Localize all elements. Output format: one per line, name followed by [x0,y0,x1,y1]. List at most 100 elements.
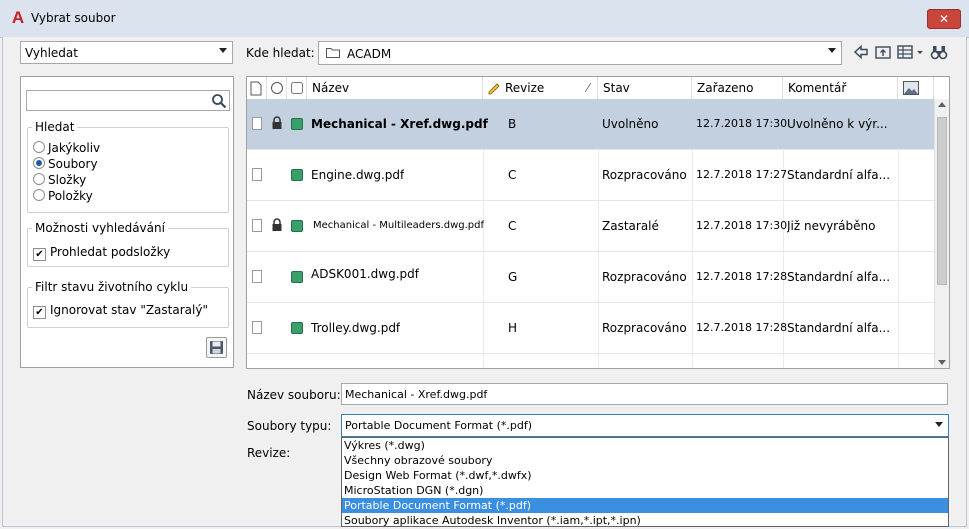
scroll-down-icon[interactable] [938,360,946,365]
file-state: Rozpracováno [602,321,687,335]
up-folder-icon[interactable] [874,43,892,61]
header-checked-in[interactable]: Zařazeno [692,77,783,99]
search-options-title: Možnosti vyhledávání [32,221,168,235]
document-icon [252,219,262,232]
file-row[interactable]: Engine.dwg.pdf C Rozpracováno 12.7.2018 … [247,150,934,201]
file-row[interactable]: Mechanical - Multileaders.dwg.pdf C Zast… [247,201,934,252]
list-header: Název Revize ⁄ Stav Zařazeno Komentář [247,77,949,100]
file-type-dropdown: Výkres (*.dwg) Všechny obrazové soubory … [341,437,949,527]
lookfor-group-title: Hledat [32,120,78,134]
document-icon [250,81,262,96]
file-name: Engine.dwg.pdf [311,168,405,182]
header-comment[interactable]: Komentář [783,77,898,99]
file-revision: B [508,117,517,131]
document-icon [252,270,262,283]
file-list: Název Revize ⁄ Stav Zařazeno Komentář Me… [246,76,950,369]
revision-label: Revize: [247,446,291,460]
sort-indicator-icon: ⁄ [586,81,589,95]
window-title: Vybrat soubor [31,11,116,25]
lifecycle-state-icon [291,271,303,283]
search-icon[interactable] [211,93,227,109]
file-date: 12.7.2018 17:28 [696,270,788,283]
lifecycle-state-icon [291,118,303,130]
file-comment: Standardní alfa... [787,321,891,335]
search-mode-select[interactable]: Vyhledat [20,41,233,64]
header-name[interactable]: Název [307,77,483,99]
chevron-down-icon [219,48,227,53]
look-in-path: ACADM [347,47,392,61]
header-checkout-status[interactable] [267,77,287,99]
file-type-option[interactable]: Všechny obrazové soubory [342,453,948,468]
radio-selected-icon [33,157,45,169]
chevron-down-icon [828,48,836,53]
file-comment: Již nevyráběno [787,219,876,233]
file-type-option[interactable]: MicroStation DGN (*.dgn) [342,483,948,498]
checkmark-icon: ✔ [33,248,46,261]
file-comment: Standardní alfa... [787,270,891,284]
ignore-obsolete-checkbox[interactable]: ✔ Ignorovat stav "Zastaralý" [33,303,208,319]
file-type-option-selected[interactable]: Portable Document Format (*.pdf) [342,498,948,513]
vertical-scrollbar[interactable] [934,99,949,368]
look-in-label: Kde hledat: [246,46,315,60]
file-date: 12.7.2018 17:30 [696,117,788,130]
search-panel: Hledat Jakýkoliv Soubory Složky Položky … [20,76,234,368]
file-date: 12.7.2018 17:28 [696,321,788,334]
header-thumbnail[interactable] [898,77,934,99]
radio-icon [33,141,45,153]
header-revision[interactable]: Revize ⁄ [483,77,598,99]
search-subfolders-checkbox[interactable]: ✔ Prohledat podsložky [33,245,170,261]
document-icon [252,117,262,130]
autodesk-app-icon: A [11,8,25,27]
lookfor-option-any[interactable]: Jakýkoliv [33,141,100,155]
file-revision: C [508,219,517,233]
look-in-select[interactable]: ACADM [318,41,842,65]
header-document-type[interactable] [247,77,267,99]
folder-icon [326,48,340,58]
file-name-input[interactable]: Mechanical - Xref.dwg.pdf [341,383,948,405]
document-icon [252,321,262,334]
lookfor-option-files[interactable]: Soubory [33,157,98,171]
file-state: Uvolněno [602,117,659,131]
file-row[interactable]: Trolley.dwg.pdf H Rozpracováno 12.7.2018… [247,303,934,354]
close-button[interactable]: ✕ [927,9,961,29]
file-row[interactable]: ADSK001.dwg.pdf G Rozpracováno 12.7.2018… [247,252,934,303]
lock-icon [272,116,282,129]
file-name: Mechanical - Xref.dwg.pdf [311,117,488,131]
file-row[interactable]: Mechanical - Xref.dwg.pdf B Uvolněno 12.… [247,99,934,150]
lifecycle-filter-title: Filtr stavu životního cyklu [32,280,192,294]
file-name: Trolley.dwg.pdf [311,321,401,335]
chevron-down-icon [935,422,943,427]
binoculars-icon[interactable] [930,43,948,61]
file-type-option[interactable]: Design Web Format (*.dwf,*.dwfx) [342,468,948,483]
file-name: Mechanical - Multileaders.dwg.pdf [313,220,485,231]
document-icon [252,168,262,181]
file-name-value: Mechanical - Xref.dwg.pdf [345,388,488,401]
scroll-thumb[interactable] [937,117,947,285]
file-date: 12.7.2018 17:30 [696,219,788,232]
image-icon [903,81,919,95]
lookfor-option-items[interactable]: Položky [33,189,93,203]
save-search-button[interactable] [206,337,227,358]
title-bar [0,0,969,38]
file-state: Rozpracováno [602,270,687,284]
pencil-icon [488,83,500,95]
lookfor-option-folders[interactable]: Složky [33,173,86,187]
file-revision: G [508,270,518,284]
file-name-label: Název souboru: [247,388,341,402]
search-input[interactable] [26,90,230,111]
file-state: Rozpracováno [602,168,687,182]
file-type-select[interactable]: Portable Document Format (*.pdf) [341,414,949,437]
header-state[interactable]: Stav [598,77,692,99]
scroll-up-icon[interactable] [938,102,946,107]
file-type-option[interactable]: Výkres (*.dwg) [342,438,948,453]
header-lifecycle-state[interactable] [287,77,307,99]
file-comment: Standardní alfa... [787,168,891,182]
back-arrow-icon[interactable] [852,43,870,61]
view-options-icon[interactable] [896,43,926,61]
file-comment: Uvolněno k výr... [787,117,888,131]
file-type-option[interactable]: Soubory aplikace Autodesk Inventor (*.ia… [342,513,948,528]
file-revision: C [508,168,517,182]
file-name: ADSK001.dwg.pdf [311,267,419,281]
file-type-label: Soubory typu: [247,419,332,433]
checkmark-icon: ✔ [33,306,46,319]
